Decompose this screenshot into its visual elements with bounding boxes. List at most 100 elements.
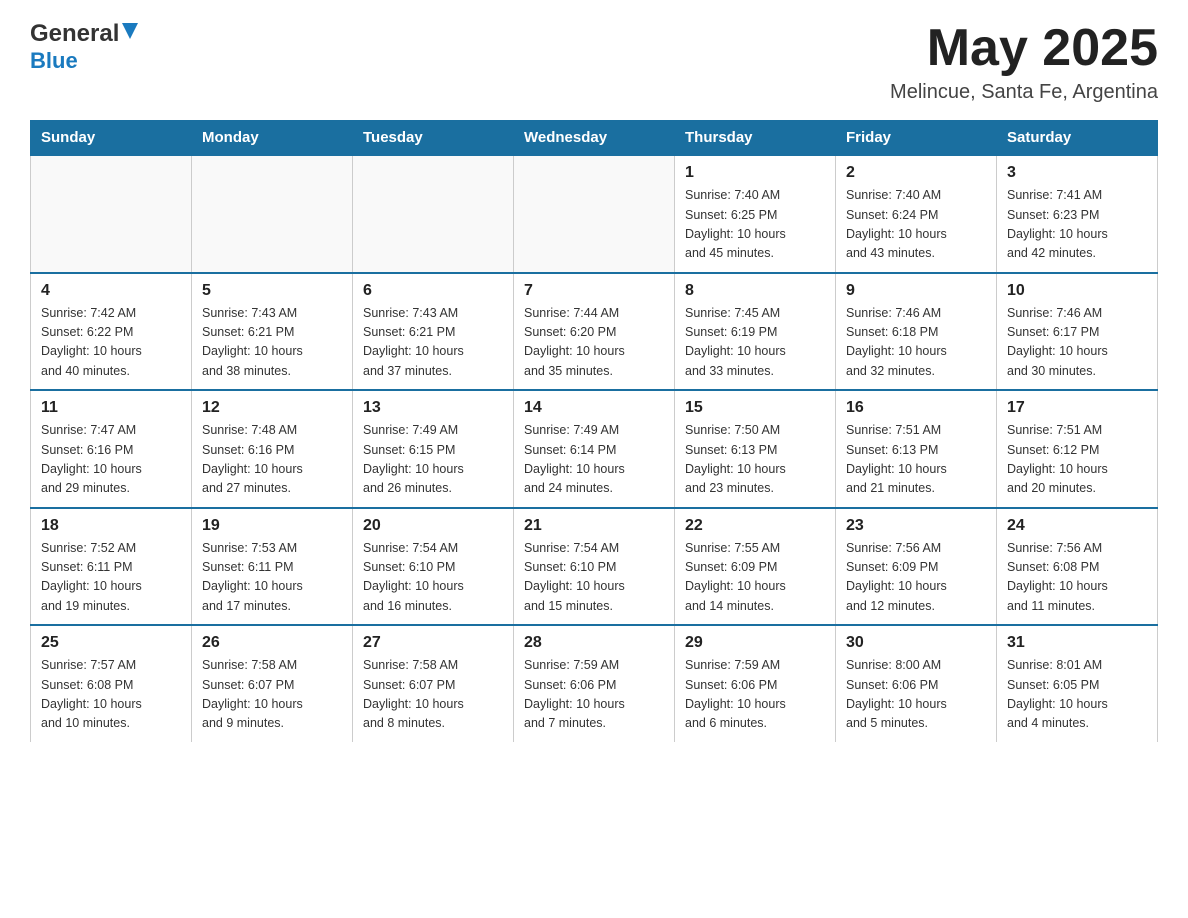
day-number: 22 xyxy=(685,517,825,535)
calendar-cell: 21Sunrise: 7:54 AMSunset: 6:10 PMDayligh… xyxy=(514,508,675,626)
day-info: Sunrise: 7:46 AMSunset: 6:18 PMDaylight:… xyxy=(846,304,986,382)
calendar-cell: 22 Sunrise: 7:55 AMSunset: 6:09 PMDayligh… xyxy=(675,508,836,626)
day-info: Sunrise: 7:49 AMSunset: 6:14 PMDaylight:… xyxy=(524,421,664,499)
day-info: Sunrise: 7:42 AMSunset: 6:22 PMDaylight:… xyxy=(41,304,181,382)
calendar-cell: 10 Sunrise: 7:46 AMSunset: 6:17 PMDayligh… xyxy=(997,273,1158,391)
day-info: Sunrise: 7:40 AMSunset: 6:24 PMDaylight:… xyxy=(846,186,986,264)
logo: General Blue xyxy=(30,20,140,74)
day-number: 3 xyxy=(1007,164,1147,182)
calendar-cell: 31 Sunrise: 8:01 AMSunset: 6:05 PMDayligh… xyxy=(997,625,1158,742)
header-cell-thursday: Thursday xyxy=(675,121,836,156)
calendar-cell xyxy=(192,155,353,273)
calendar-week-4: 18Sunrise: 7:52 AMSunset: 6:11 PMDayligh… xyxy=(31,508,1158,626)
calendar-header: SundayMondayTuesdayWednesdayThursdayFrid… xyxy=(31,121,1158,156)
calendar-cell: 28Sunrise: 7:59 AMSunset: 6:06 PMDayligh… xyxy=(514,625,675,742)
day-info: Sunrise: 7:40 AMSunset: 6:25 PMDaylight:… xyxy=(685,186,825,264)
day-number: 1 xyxy=(685,164,825,182)
calendar-week-5: 25 Sunrise: 7:57 AMSunset: 6:08 PMDayligh… xyxy=(31,625,1158,742)
calendar-cell xyxy=(353,155,514,273)
location-title: Melincue, Santa Fe, Argentina xyxy=(890,81,1158,104)
day-number: 13 xyxy=(363,399,503,417)
day-number: 30 xyxy=(846,634,986,652)
day-info: Sunrise: 7:56 AMSunset: 6:08 PMDaylight:… xyxy=(1007,539,1147,617)
day-number: 24 xyxy=(1007,517,1147,535)
day-number: 15 xyxy=(685,399,825,417)
calendar-cell: 13Sunrise: 7:49 AMSunset: 6:15 PMDayligh… xyxy=(353,390,514,508)
logo-triangle-icon xyxy=(120,21,140,41)
page-header: General Blue May 2025 Melincue, Santa Fe… xyxy=(30,20,1158,104)
day-info: Sunrise: 7:54 AMSunset: 6:10 PMDaylight:… xyxy=(524,539,664,617)
calendar-cell: 3 Sunrise: 7:41 AMSunset: 6:23 PMDaylight… xyxy=(997,155,1158,273)
calendar-cell: 12 Sunrise: 7:48 AMSunset: 6:16 PMDayligh… xyxy=(192,390,353,508)
calendar-table: SundayMondayTuesdayWednesdayThursdayFrid… xyxy=(30,120,1158,742)
day-info: Sunrise: 7:47 AMSunset: 6:16 PMDaylight:… xyxy=(41,421,181,499)
day-info: Sunrise: 8:01 AMSunset: 6:05 PMDaylight:… xyxy=(1007,656,1147,734)
day-info: Sunrise: 7:51 AMSunset: 6:13 PMDaylight:… xyxy=(846,421,986,499)
logo-general-text: General xyxy=(30,20,140,48)
day-number: 8 xyxy=(685,282,825,300)
header-row: SundayMondayTuesdayWednesdayThursdayFrid… xyxy=(31,121,1158,156)
calendar-cell: 2Sunrise: 7:40 AMSunset: 6:24 PMDaylight… xyxy=(836,155,997,273)
day-number: 9 xyxy=(846,282,986,300)
day-number: 27 xyxy=(363,634,503,652)
day-info: Sunrise: 7:45 AMSunset: 6:19 PMDaylight:… xyxy=(685,304,825,382)
day-number: 26 xyxy=(202,634,342,652)
day-info: Sunrise: 7:51 AMSunset: 6:12 PMDaylight:… xyxy=(1007,421,1147,499)
day-info: Sunrise: 7:59 AMSunset: 6:06 PMDaylight:… xyxy=(524,656,664,734)
calendar-cell: 17 Sunrise: 7:51 AMSunset: 6:12 PMDayligh… xyxy=(997,390,1158,508)
calendar-week-3: 11 Sunrise: 7:47 AMSunset: 6:16 PMDayligh… xyxy=(31,390,1158,508)
day-info: Sunrise: 7:58 AMSunset: 6:07 PMDaylight:… xyxy=(202,656,342,734)
day-info: Sunrise: 7:46 AMSunset: 6:17 PMDaylight:… xyxy=(1007,304,1147,382)
header-cell-friday: Friday xyxy=(836,121,997,156)
calendar-cell: 9 Sunrise: 7:46 AMSunset: 6:18 PMDaylight… xyxy=(836,273,997,391)
calendar-cell: 24 Sunrise: 7:56 AMSunset: 6:08 PMDayligh… xyxy=(997,508,1158,626)
day-number: 31 xyxy=(1007,634,1147,652)
header-cell-saturday: Saturday xyxy=(997,121,1158,156)
header-cell-wednesday: Wednesday xyxy=(514,121,675,156)
calendar-cell: 15 Sunrise: 7:50 AMSunset: 6:13 PMDayligh… xyxy=(675,390,836,508)
day-info: Sunrise: 7:50 AMSunset: 6:13 PMDaylight:… xyxy=(685,421,825,499)
calendar-cell: 1 Sunrise: 7:40 AMSunset: 6:25 PMDaylight… xyxy=(675,155,836,273)
day-number: 29 xyxy=(685,634,825,652)
logo-blue-text: Blue xyxy=(30,48,78,74)
calendar-cell: 16Sunrise: 7:51 AMSunset: 6:13 PMDayligh… xyxy=(836,390,997,508)
header-cell-tuesday: Tuesday xyxy=(353,121,514,156)
calendar-cell xyxy=(514,155,675,273)
calendar-cell: 6Sunrise: 7:43 AMSunset: 6:21 PMDaylight… xyxy=(353,273,514,391)
calendar-cell: 19 Sunrise: 7:53 AMSunset: 6:11 PMDayligh… xyxy=(192,508,353,626)
calendar-week-1: 1 Sunrise: 7:40 AMSunset: 6:25 PMDaylight… xyxy=(31,155,1158,273)
header-cell-monday: Monday xyxy=(192,121,353,156)
day-number: 17 xyxy=(1007,399,1147,417)
calendar-cell: 27 Sunrise: 7:58 AMSunset: 6:07 PMDayligh… xyxy=(353,625,514,742)
calendar-cell: 11 Sunrise: 7:47 AMSunset: 6:16 PMDayligh… xyxy=(31,390,192,508)
day-info: Sunrise: 7:41 AMSunset: 6:23 PMDaylight:… xyxy=(1007,186,1147,264)
day-number: 20 xyxy=(363,517,503,535)
calendar-cell: 20Sunrise: 7:54 AMSunset: 6:10 PMDayligh… xyxy=(353,508,514,626)
day-number: 19 xyxy=(202,517,342,535)
day-info: Sunrise: 7:55 AMSunset: 6:09 PMDaylight:… xyxy=(685,539,825,617)
day-info: Sunrise: 7:43 AMSunset: 6:21 PMDaylight:… xyxy=(363,304,503,382)
day-number: 5 xyxy=(202,282,342,300)
title-block: May 2025 Melincue, Santa Fe, Argentina xyxy=(890,20,1158,104)
day-number: 10 xyxy=(1007,282,1147,300)
calendar-cell: 25 Sunrise: 7:57 AMSunset: 6:08 PMDayligh… xyxy=(31,625,192,742)
day-info: Sunrise: 7:53 AMSunset: 6:11 PMDaylight:… xyxy=(202,539,342,617)
calendar-cell: 4 Sunrise: 7:42 AMSunset: 6:22 PMDaylight… xyxy=(31,273,192,391)
day-info: Sunrise: 7:48 AMSunset: 6:16 PMDaylight:… xyxy=(202,421,342,499)
calendar-body: 1 Sunrise: 7:40 AMSunset: 6:25 PMDaylight… xyxy=(31,155,1158,742)
calendar-cell: 8 Sunrise: 7:45 AMSunset: 6:19 PMDaylight… xyxy=(675,273,836,391)
day-number: 12 xyxy=(202,399,342,417)
day-number: 14 xyxy=(524,399,664,417)
day-info: Sunrise: 7:59 AMSunset: 6:06 PMDaylight:… xyxy=(685,656,825,734)
day-info: Sunrise: 7:52 AMSunset: 6:11 PMDaylight:… xyxy=(41,539,181,617)
calendar-cell: 18Sunrise: 7:52 AMSunset: 6:11 PMDayligh… xyxy=(31,508,192,626)
day-number: 4 xyxy=(41,282,181,300)
day-number: 11 xyxy=(41,399,181,417)
day-number: 25 xyxy=(41,634,181,652)
day-number: 23 xyxy=(846,517,986,535)
day-info: Sunrise: 7:57 AMSunset: 6:08 PMDaylight:… xyxy=(41,656,181,734)
calendar-cell: 7Sunrise: 7:44 AMSunset: 6:20 PMDaylight… xyxy=(514,273,675,391)
day-info: Sunrise: 7:43 AMSunset: 6:21 PMDaylight:… xyxy=(202,304,342,382)
day-info: Sunrise: 7:58 AMSunset: 6:07 PMDaylight:… xyxy=(363,656,503,734)
day-info: Sunrise: 8:00 AMSunset: 6:06 PMDaylight:… xyxy=(846,656,986,734)
